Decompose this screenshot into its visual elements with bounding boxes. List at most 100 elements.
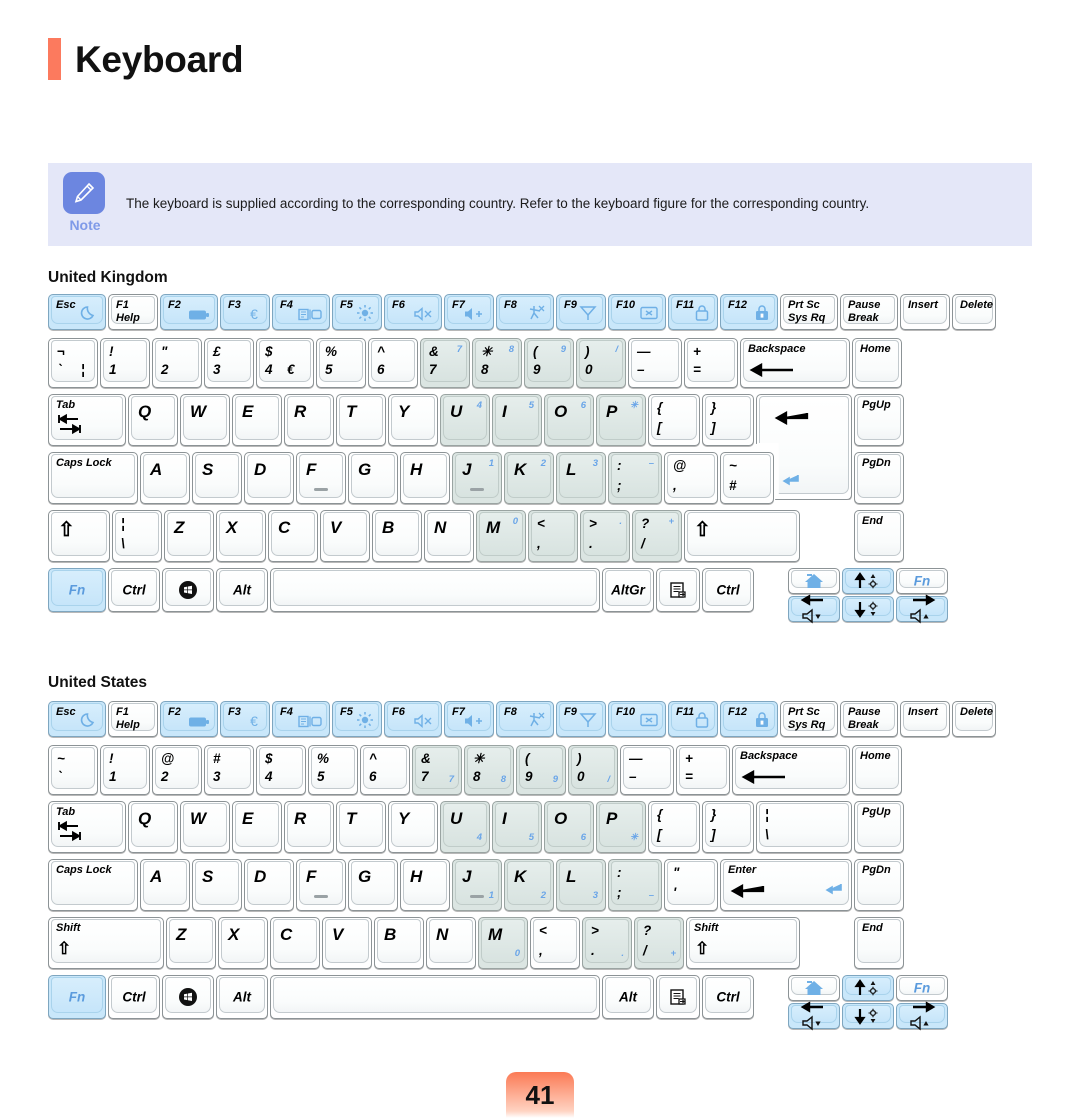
key-home-icon[interactable] <box>788 568 840 594</box>
key-arrow-right-volume-up-icon[interactable] <box>896 594 948 624</box>
key-a[interactable]: A <box>140 452 190 504</box>
key-y[interactable]: Y <box>388 394 438 446</box>
key-f8[interactable]: F8 <box>496 701 554 737</box>
key-ctrl[interactable]: Ctrl <box>702 568 754 612</box>
key-key[interactable]: ¦ \ <box>756 801 852 853</box>
key-f6[interactable]: F6 <box>384 701 442 737</box>
key-esc[interactable]: Esc <box>48 294 106 330</box>
key-o[interactable]: O6 <box>544 801 594 853</box>
key-key[interactable]: <, <box>528 510 578 562</box>
key-o[interactable]: O6 <box>544 394 594 446</box>
key-key[interactable]: — – <box>628 338 682 388</box>
key-insert[interactable]: Insert <box>900 701 950 737</box>
key-f11[interactable]: F11 <box>668 701 718 737</box>
key-h[interactable]: H <box>400 859 450 911</box>
key-f6[interactable]: F6 <box>384 294 442 330</box>
key-key[interactable] <box>270 975 600 1019</box>
key-delete[interactable]: Delete <box>952 294 996 330</box>
key-v[interactable]: V <box>320 510 370 562</box>
key-key[interactable]: ? / + <box>634 917 684 969</box>
key-j[interactable]: J1 <box>452 452 502 504</box>
key-u[interactable]: U4 <box>440 801 490 853</box>
key-key[interactable]: {[ <box>648 394 700 446</box>
key-key[interactable]: $4 <box>256 745 306 795</box>
key-key[interactable]: ) 0 / <box>576 338 626 388</box>
key-f2[interactable]: F2 <box>160 294 218 330</box>
key-key[interactable]: >.. <box>580 510 630 562</box>
key-key[interactable]: (9 9 <box>524 338 574 388</box>
key-key[interactable]: ? / + <box>632 510 682 562</box>
key-key[interactable]: ) 0 / <box>568 745 618 795</box>
key-fn[interactable]: Fn <box>896 568 948 594</box>
key-q[interactable]: Q <box>128 801 178 853</box>
key-f5[interactable]: F5 <box>332 294 382 330</box>
key-delete[interactable]: Delete <box>952 701 996 737</box>
key-key[interactable]: }] <box>702 394 754 446</box>
key-w[interactable]: W <box>180 394 230 446</box>
key-backspace[interactable]: Backspace <box>732 745 850 795</box>
key-key[interactable]: ~ # <box>720 452 774 504</box>
key-t[interactable]: T <box>336 801 386 853</box>
key-key[interactable]: ^ 6 <box>368 338 418 388</box>
key-f11[interactable]: F11 <box>668 294 718 330</box>
key-key[interactable]: ! 1 <box>100 745 150 795</box>
key-caps-lock[interactable]: Caps Lock <box>48 452 138 504</box>
key-ctrl[interactable]: Ctrl <box>108 975 160 1019</box>
key-h[interactable]: H <box>400 452 450 504</box>
key-arrow-right-volume-up-icon[interactable] <box>896 1001 948 1031</box>
key-key[interactable]: % 5 <box>316 338 366 388</box>
key-f[interactable]: F <box>296 859 346 911</box>
key-key[interactable]: & 7 7 <box>420 338 470 388</box>
key-pause[interactable]: Pause Break <box>840 294 898 330</box>
key-f3[interactable]: F3 € <box>220 701 270 737</box>
key-e[interactable]: E <box>232 801 282 853</box>
key-pgup[interactable]: PgUp <box>854 801 904 853</box>
key-home[interactable]: Home <box>852 338 902 388</box>
key-q[interactable]: Q <box>128 394 178 446</box>
key-g[interactable]: G <box>348 859 398 911</box>
key-shift[interactable]: Shift ⇧ <box>686 917 800 969</box>
key-end[interactable]: End <box>854 917 904 969</box>
key-r[interactable]: R <box>284 801 334 853</box>
key-arrow-down-brightness-icon[interactable] <box>842 596 894 622</box>
key-f10[interactable]: F10 <box>608 294 666 330</box>
key-i[interactable]: I5 <box>492 801 542 853</box>
key-f12[interactable]: F12 <box>720 701 778 737</box>
key-b[interactable]: B <box>372 510 422 562</box>
key-d[interactable]: D <box>244 859 294 911</box>
key-f5[interactable]: F5 <box>332 701 382 737</box>
key-key[interactable]: " 2 <box>152 338 202 388</box>
key-a[interactable]: A <box>140 859 190 911</box>
key-f3[interactable]: F3 € <box>220 294 270 330</box>
key-f10[interactable]: F10 <box>608 701 666 737</box>
key-f9[interactable]: F9 <box>556 701 606 737</box>
key-y[interactable]: Y <box>388 801 438 853</box>
key-key[interactable]: $4 € <box>256 338 314 388</box>
key-key[interactable]: " ' <box>664 859 718 911</box>
key-c[interactable]: C <box>268 510 318 562</box>
key-t[interactable]: T <box>336 394 386 446</box>
key-f7[interactable]: F7 <box>444 701 494 737</box>
key-k[interactable]: K2 <box>504 859 554 911</box>
key-key[interactable]: — – <box>620 745 674 795</box>
key-fn[interactable]: Fn <box>48 975 106 1019</box>
key-enter[interactable]: Enter <box>720 859 852 911</box>
key-home-icon[interactable] <box>788 975 840 1001</box>
key-f4[interactable]: F4 <box>272 701 330 737</box>
key-f9[interactable]: F9 <box>556 294 606 330</box>
key-key[interactable]: ~ ` <box>48 745 98 795</box>
key-fn[interactable]: Fn <box>896 975 948 1001</box>
key-z[interactable]: Z <box>164 510 214 562</box>
key-windows-icon[interactable] <box>162 975 214 1019</box>
key-key[interactable]: >.. <box>582 917 632 969</box>
key-arrow-down-brightness-icon[interactable] <box>842 1003 894 1029</box>
key-key[interactable]: £3 <box>204 338 254 388</box>
key-arrow-left-volume-down-icon[interactable] <box>788 1001 840 1031</box>
key-x[interactable]: X <box>218 917 268 969</box>
key-key[interactable]: :; – <box>608 859 662 911</box>
key-r[interactable]: R <box>284 394 334 446</box>
key-k[interactable]: K2 <box>504 452 554 504</box>
key-l[interactable]: L3 <box>556 859 606 911</box>
key-p[interactable]: P ✳ <box>596 394 646 446</box>
key-key[interactable]: @2 <box>152 745 202 795</box>
